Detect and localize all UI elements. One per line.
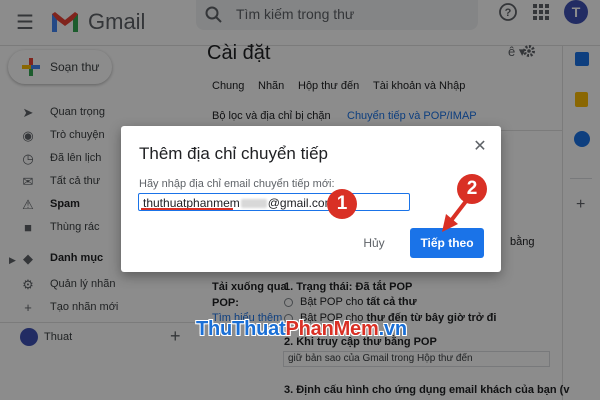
dialog-prompt: Hãy nhập địa chỉ email chuyển tiếp mới: <box>139 178 335 190</box>
dialog-title: Thêm địa chỉ chuyển tiếp <box>139 144 328 163</box>
blurred-text <box>240 199 267 209</box>
step-marker-1: 1 <box>327 189 357 219</box>
spellcheck-underline <box>141 208 233 210</box>
site-watermark: ThuThuatPhanMem.vn <box>196 318 407 340</box>
arrow-annotation-icon <box>442 194 472 232</box>
close-icon[interactable]: ✕ <box>472 139 488 155</box>
cancel-button[interactable]: Hủy <box>350 230 398 256</box>
